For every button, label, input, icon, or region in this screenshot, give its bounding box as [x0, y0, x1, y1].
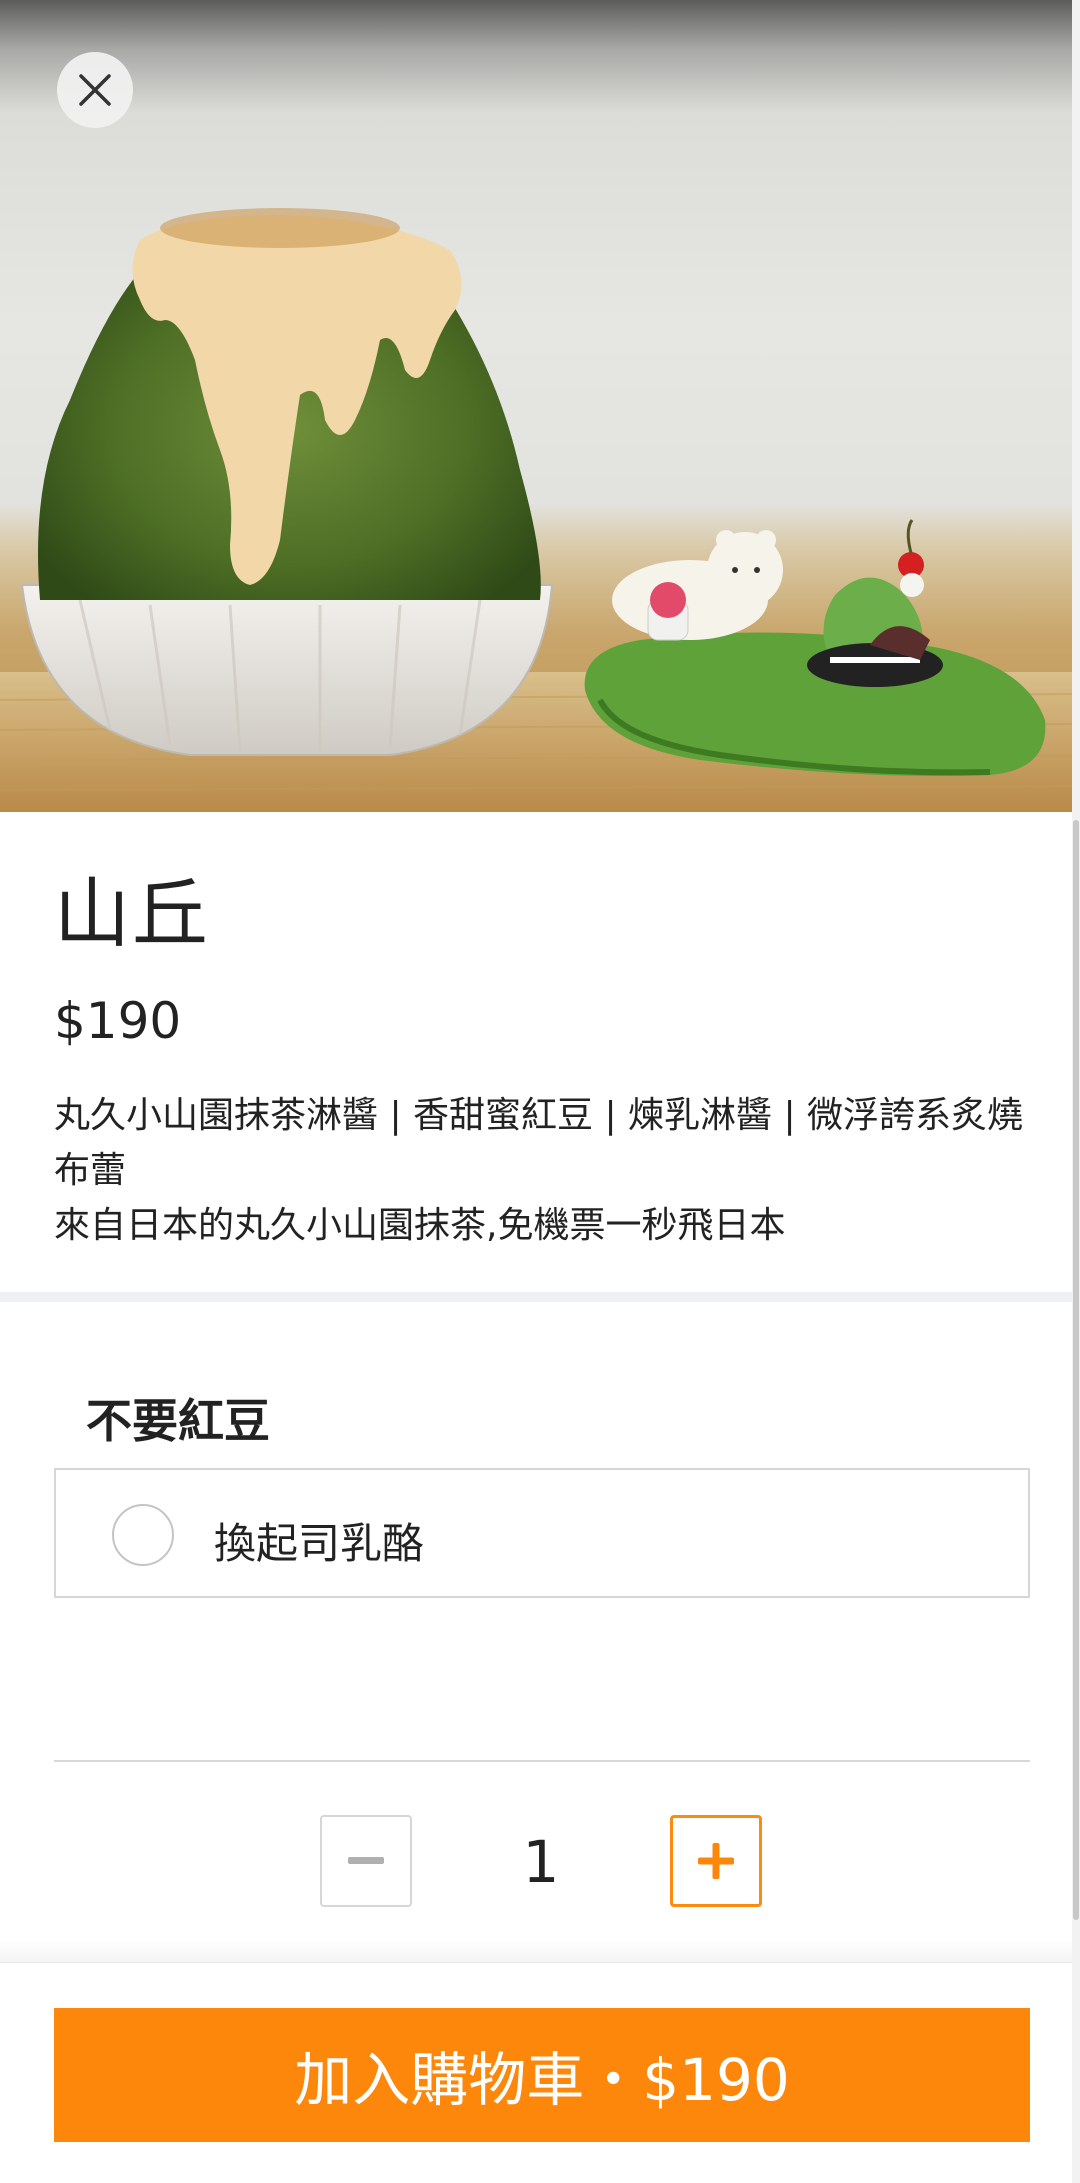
product-photo — [0, 208, 1072, 812]
quantity-decrease-button[interactable] — [320, 1815, 412, 1907]
close-icon — [79, 74, 111, 106]
close-button[interactable] — [57, 52, 133, 128]
option-group-heading: 不要紅豆 — [86, 1394, 270, 1448]
quantity-value: 1 — [522, 1828, 560, 1896]
minus-icon — [348, 1857, 384, 1864]
quantity-divider — [54, 1760, 1030, 1762]
product-description: 丸久小山園抹茶淋醬 | 香甜蜜紅豆 | 煉乳淋醬 | 微浮誇系炙燒布蕾 來自日本… — [54, 1088, 1034, 1253]
option-label: 換起司乳酪 — [214, 1519, 425, 1568]
option-item-swap-cheese[interactable]: 換起司乳酪 — [54, 1468, 1030, 1598]
add-to-cart-button[interactable]: 加入購物車・$190 — [54, 2008, 1030, 2142]
plus-icon — [698, 1843, 734, 1879]
product-price: $190 — [54, 992, 182, 1050]
section-divider — [0, 1292, 1072, 1302]
product-image — [0, 0, 1072, 812]
description-line-2: 來自日本的丸久小山園抹茶,免機票一秒飛日本 — [54, 1205, 786, 1246]
description-line-1: 丸久小山園抹茶淋醬 | 香甜蜜紅豆 | 煉乳淋醬 | 微浮誇系炙燒布蕾 — [54, 1095, 1024, 1191]
product-title: 山丘 — [54, 869, 210, 958]
page-scrollbar[interactable] — [1072, 0, 1080, 2183]
quantity-increase-button[interactable] — [670, 1815, 762, 1907]
scrollbar-thumb[interactable] — [1073, 820, 1079, 1920]
radio-button[interactable] — [112, 1504, 174, 1566]
